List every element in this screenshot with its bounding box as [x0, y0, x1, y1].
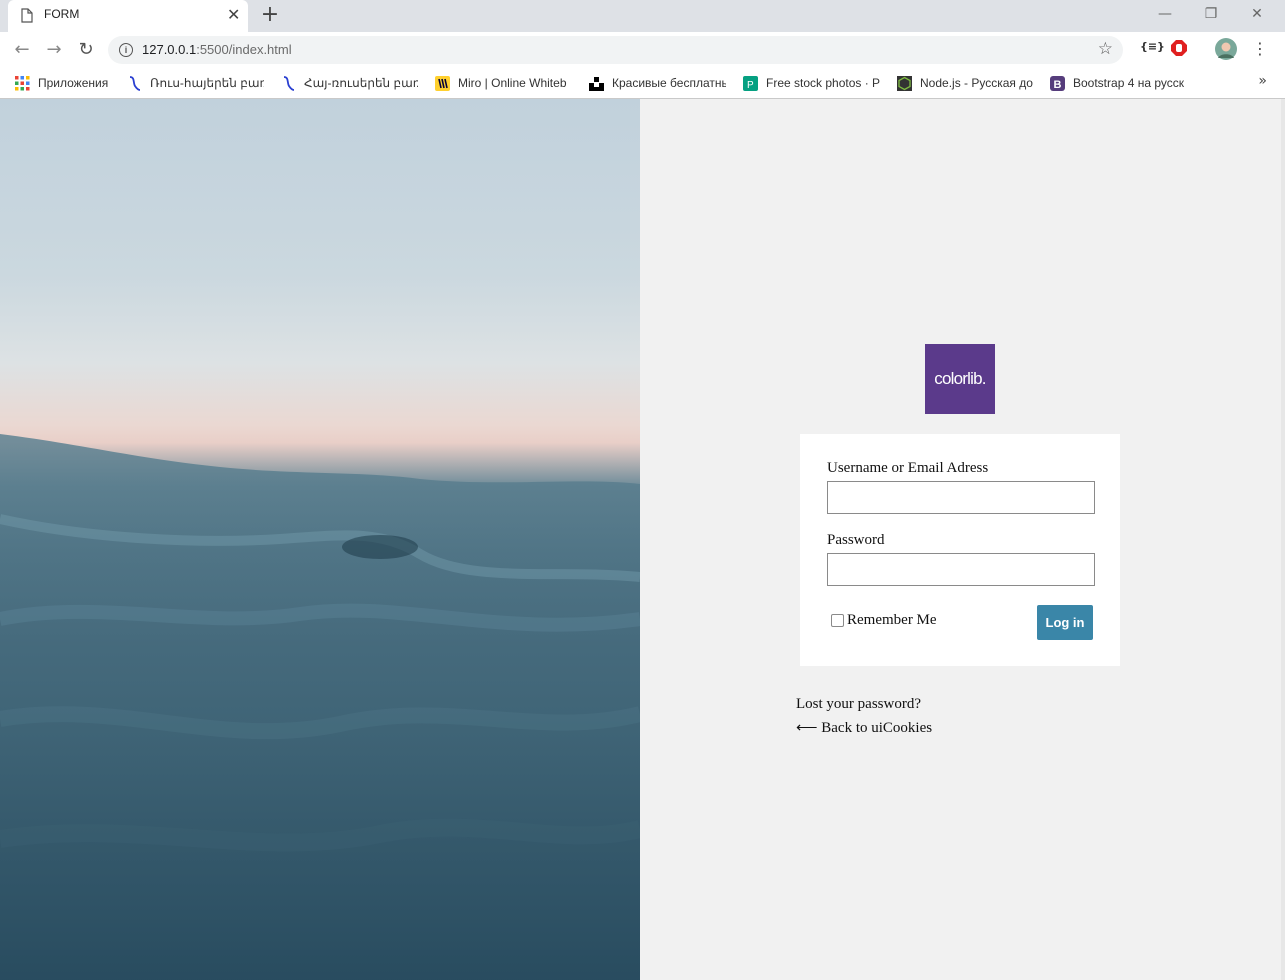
bookmark-star-icon[interactable]: ☆	[1098, 39, 1113, 59]
browser-toolbar: ← → ↻ i 127.0.0.1:5500/index.html ☆ {≡} …	[0, 32, 1285, 68]
scrollbar[interactable]	[1281, 99, 1285, 980]
bookmark-nodejs[interactable]: Node.js - Русская док	[897, 75, 1033, 91]
login-button[interactable]: Log in	[1037, 605, 1093, 640]
bookmark-label: Miro | Online Whiteb	[458, 76, 567, 90]
unsplash-icon	[589, 76, 604, 91]
bookmark-unsplash[interactable]: Красивые бесплатны	[589, 75, 726, 91]
login-form: Username or Email Adress Password Rememb…	[800, 434, 1120, 666]
bookmark-label: Հայ-ռուսերեն բառա	[304, 76, 418, 90]
adblock-extension-icon[interactable]	[1171, 40, 1187, 59]
bootstrap-icon: B	[1050, 75, 1065, 91]
json-viewer-extension-icon[interactable]: {≡}	[1140, 40, 1165, 53]
address-bar[interactable]: i 127.0.0.1:5500/index.html ☆	[108, 36, 1123, 64]
bookmark-miro[interactable]: Miro | Online Whiteb	[435, 75, 571, 91]
bookmark-label: Free stock photos · Pe	[766, 76, 880, 90]
svg-text:B: B	[1054, 79, 1062, 91]
login-panel: colorlib. Username or Email Adress Passw…	[640, 99, 1285, 980]
bookmark-label: Ռուս-հայերեն բառա	[150, 76, 264, 90]
logo-text: colorlib.	[934, 369, 986, 388]
bookmark-bootstrap[interactable]: B Bootstrap 4 на русск	[1050, 75, 1187, 91]
remember-me-checkbox[interactable]	[831, 614, 844, 627]
bookmark-apps[interactable]: Приложения	[15, 75, 115, 91]
colorlib-logo: colorlib.	[925, 344, 995, 414]
profile-avatar[interactable]	[1215, 38, 1237, 63]
restore-button[interactable]: ❐	[1191, 2, 1231, 28]
pexels-icon: P	[743, 75, 758, 91]
more-bookmarks-icon[interactable]: »	[1258, 73, 1267, 89]
bookmark-label: Node.js - Русская док	[920, 76, 1033, 90]
window-close-button[interactable]: ✕	[1237, 2, 1277, 28]
bookmark-ru-hy-dictionary[interactable]: Ռուս-հայերեն բառա	[127, 75, 264, 91]
dictionary-icon	[127, 75, 142, 91]
reload-icon[interactable]: ↻	[75, 40, 97, 62]
browser-menu-icon[interactable]: ⋮	[1252, 39, 1268, 58]
username-label: Username or Email Adress	[827, 460, 989, 476]
remember-me-label: Remember Me	[847, 612, 937, 628]
minimize-button[interactable]: —	[1145, 2, 1185, 28]
ocean-background-image	[0, 99, 640, 980]
svg-text:P: P	[747, 80, 754, 91]
username-input[interactable]	[827, 481, 1095, 514]
dictionary-icon	[281, 75, 296, 91]
back-icon[interactable]: ←	[11, 40, 33, 62]
url-text[interactable]: 127.0.0.1:5500/index.html	[142, 42, 292, 57]
url-host: 127.0.0.1	[142, 42, 197, 57]
new-tab-button[interactable]: +	[259, 4, 281, 26]
tab-close-icon[interactable]: ✕	[227, 5, 240, 25]
password-label: Password	[827, 532, 885, 548]
bookmarks-bar: Приложения Ռուս-հայերեն բառա Հայ-ռուսերե…	[0, 68, 1285, 99]
bookmark-label: Bootstrap 4 на русск	[1073, 76, 1184, 90]
bookmark-label: Приложения	[38, 76, 109, 90]
site-info-icon[interactable]: i	[119, 43, 133, 57]
nodejs-icon	[897, 75, 912, 91]
password-input[interactable]	[827, 553, 1095, 586]
lost-password-link[interactable]: Lost your password?	[796, 696, 921, 713]
miro-icon	[435, 75, 450, 91]
bookmark-pexels[interactable]: P Free stock photos · Pe	[743, 75, 880, 91]
bookmark-hy-ru-dictionary[interactable]: Հայ-ռուսերեն բառա	[281, 75, 418, 91]
url-path: :5500/index.html	[196, 42, 292, 57]
bookmark-label: Красивые бесплатны	[612, 76, 726, 90]
apps-grid-icon	[15, 75, 30, 91]
forward-icon[interactable]: →	[43, 40, 65, 62]
document-icon	[21, 8, 33, 27]
browser-tab[interactable]: FORM ✕	[8, 0, 248, 32]
tab-strip: FORM ✕ + — ❐ ✕	[0, 0, 1285, 32]
back-to-uicookies-link[interactable]: ⟵ Back to uiCookies	[796, 718, 932, 737]
tab-title: FORM	[44, 7, 80, 21]
